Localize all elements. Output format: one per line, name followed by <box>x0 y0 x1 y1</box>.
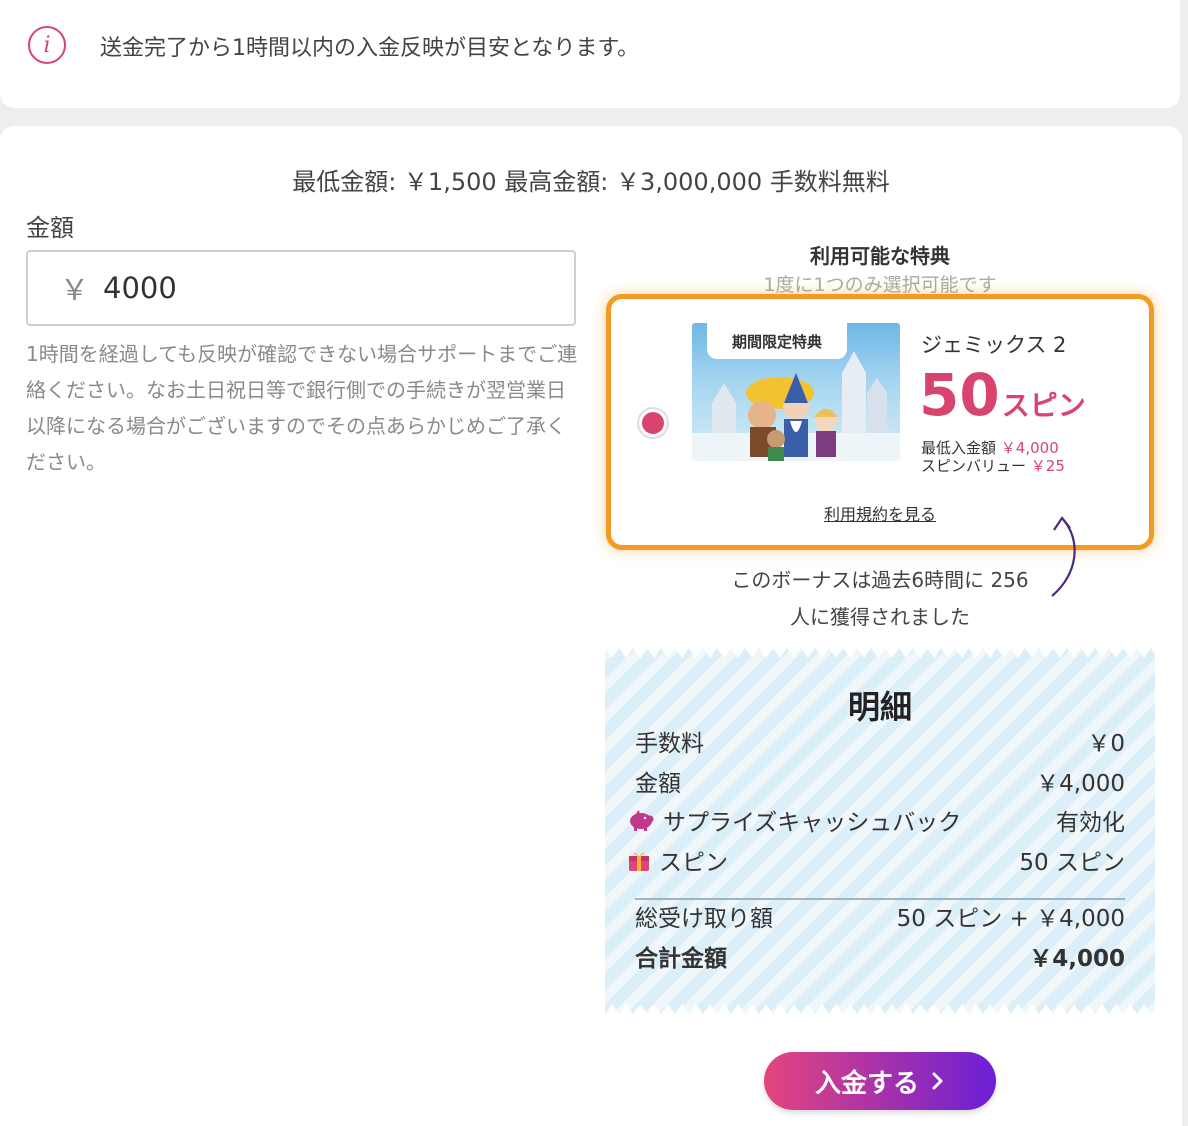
receipt-row-value: ￥4,000 <box>1036 771 1125 797</box>
spin-value-info: スピンバリュー ￥25 <box>921 457 1065 475</box>
spin-value-value: ￥25 <box>1030 457 1065 475</box>
receipt-bottom-edge <box>605 1004 1155 1014</box>
deposit-button-label: 入金する <box>814 1068 919 1099</box>
amount-label: 金額 <box>26 214 74 242</box>
receipt-row-total-received: 総受け取り額 50 スピン + ￥4,000 <box>635 901 1125 932</box>
receipt-row-label: 総受け取り額 <box>635 906 773 932</box>
gift-icon <box>627 848 651 872</box>
amount-value: 4000 <box>103 271 177 305</box>
receipt-row-value: ￥0 <box>1087 731 1125 757</box>
spin-unit: スピン <box>1001 389 1086 422</box>
info-notice-card: i 送金完了から1時間以内の入金反映が目安となります。 <box>0 0 1180 108</box>
info-notice-text: 送金完了から1時間以内の入金反映が目安となります。 <box>100 36 640 61</box>
radio-selected-dot <box>642 412 664 434</box>
receipt-top-edge <box>605 648 1155 658</box>
available-bonus-title: 利用可能な特典 <box>810 244 950 268</box>
piggy-bank-icon <box>627 809 655 831</box>
chevron-right-icon <box>931 1071 945 1091</box>
bonus-game-name: ジェミックス 2 <box>921 333 1067 357</box>
receipt-row-value: 50 スピン <box>1019 850 1125 876</box>
currency-symbol: ￥ <box>60 273 90 307</box>
bonus-redeemed-stat: このボーナスは過去6時間に 256 人に獲得されました <box>600 562 1160 636</box>
receipt-row-value: ￥4,000 <box>1029 946 1125 972</box>
receipt-row-label: 金額 <box>635 771 681 797</box>
receipt-row-fee: 手数料 ￥0 <box>635 726 1125 757</box>
min-deposit-label: 最低入金額 <box>921 439 997 457</box>
spin-value-label: スピンバリュー <box>921 457 1027 475</box>
amount-input[interactable]: ￥ 4000 <box>26 250 576 326</box>
redeemed-line-1: このボーナスは過去6時間に 256 <box>731 568 1029 592</box>
limited-time-badge: 期間限定特典 <box>707 323 847 359</box>
min-deposit-value: ￥4,000 <box>1000 439 1059 457</box>
processing-help-text: 1時間を経過しても反映が確認できない場合サポートまでご連絡ください。なお土日祝日… <box>26 342 578 474</box>
deposit-button[interactable]: 入金する <box>764 1052 996 1110</box>
receipt-row-total-amount: 合計金額 ￥4,000 <box>635 941 1125 972</box>
receipt-row-value: 有効化 <box>1056 810 1125 836</box>
available-bonus-subtitle: 1度に1つのみ選択可能です <box>763 274 997 296</box>
game-thumbnail-image: 期間限定特典 <box>692 323 900 461</box>
receipt-row-label: 合計金額 <box>635 946 727 972</box>
min-deposit-info: 最低入金額 ￥4,000 <box>921 439 1059 457</box>
receipt-summary: 明細 手数料 ￥0 金額 ￥4,000 サプライズキャッシュバック 有効化 スピ… <box>605 648 1155 1014</box>
receipt-row-value: 50 スピン + ￥4,000 <box>896 906 1125 932</box>
receipt-title: 明細 <box>847 688 912 726</box>
receipt-row-amount: 金額 ￥4,000 <box>635 766 1125 797</box>
spin-number: 50 <box>919 361 1000 429</box>
redeemed-line-2: 人に獲得されました <box>790 605 970 629</box>
receipt-row-label: スピン <box>659 850 728 876</box>
bonus-spin-count: 50スピン <box>919 361 1086 429</box>
receipt-row-label: サプライズキャッシュバック <box>663 810 962 836</box>
receipt-row-cashback: サプライズキャッシュバック 有効化 <box>630 805 1125 836</box>
receipt-row-label: 手数料 <box>635 731 704 757</box>
bonus-radio-button[interactable] <box>637 407 669 439</box>
deposit-form-card: 最低金額: ￥1,500 最高金額: ￥3,000,000 手数料無料 金額 ￥… <box>0 126 1182 1126</box>
receipt-row-spins: スピン 50 スピン <box>629 845 1125 876</box>
deposit-limits-text: 最低金額: ￥1,500 最高金額: ￥3,000,000 手数料無料 <box>292 168 890 196</box>
info-icon: i <box>28 26 66 64</box>
